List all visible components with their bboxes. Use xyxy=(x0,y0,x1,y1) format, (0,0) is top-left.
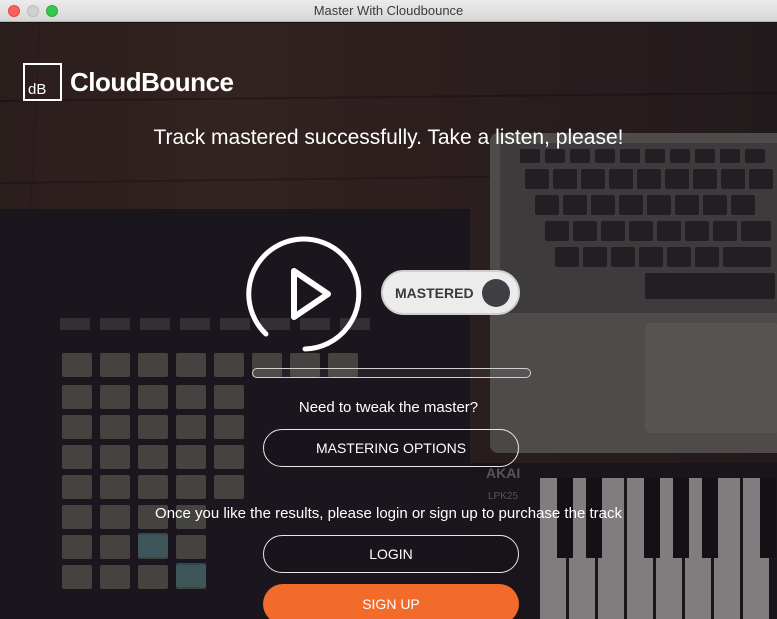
mastered-toggle[interactable]: MASTERED xyxy=(381,270,520,315)
tweak-prompt: Need to tweak the master? xyxy=(298,399,479,416)
playback-progress-bar[interactable] xyxy=(252,368,531,378)
play-button[interactable] xyxy=(244,233,366,355)
logo-mark-text: dB xyxy=(28,81,47,98)
purchase-prompt: Once you like the results, please login … xyxy=(155,505,622,522)
mastering-options-button[interactable]: MASTERING OPTIONS xyxy=(263,429,519,467)
page-headline: Track mastered successfully. Take a list… xyxy=(153,126,624,149)
login-button[interactable]: LOGIN xyxy=(263,535,519,573)
toggle-label: MASTERED xyxy=(395,285,474,301)
logo-mark: dB xyxy=(23,63,62,101)
toggle-knob xyxy=(482,279,510,307)
main-content: AKAI LPK25 dB CloudBounce Track mastered… xyxy=(0,23,777,619)
background-overlay xyxy=(0,23,777,619)
window-titlebar: Master With Cloudbounce xyxy=(0,0,777,22)
play-icon xyxy=(246,236,362,352)
signup-button[interactable]: SIGN UP xyxy=(263,584,519,619)
logo-wordmark: CloudBounce xyxy=(70,66,234,97)
cloudbounce-logo: dB CloudBounce xyxy=(23,63,234,101)
window-title: Master With Cloudbounce xyxy=(313,3,464,18)
